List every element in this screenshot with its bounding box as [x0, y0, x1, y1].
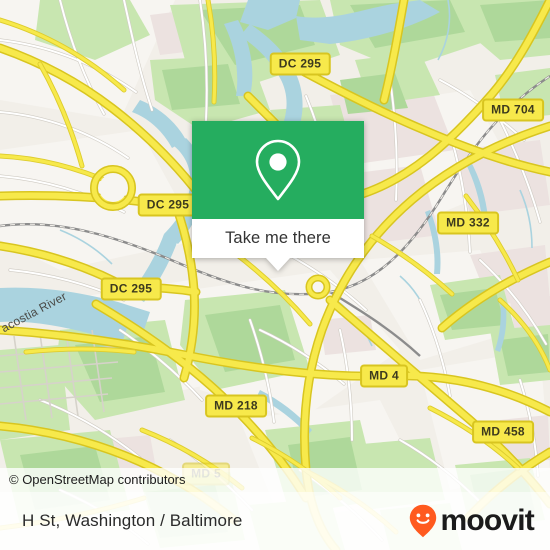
map-pin-icon — [254, 139, 302, 201]
road-shield-md704: MD 704 — [482, 98, 544, 122]
map-callout-popup[interactable]: Take me there — [192, 121, 364, 271]
callout-action-panel[interactable]: Take me there — [192, 219, 364, 258]
road-shield-dc295-mid: DC 295 — [137, 193, 199, 217]
road-shield-md332: MD 332 — [437, 211, 499, 235]
moovit-wordmark: moovit — [440, 504, 534, 537]
road-shield-md218: MD 218 — [205, 394, 267, 418]
moovit-brand[interactable]: moovit — [409, 504, 535, 538]
moovit-pin-logo-icon — [409, 504, 437, 538]
road-shield-dc295-south: DC 295 — [100, 277, 162, 301]
road-shield-md4: MD 4 — [360, 364, 408, 388]
osm-attribution[interactable]: © OpenStreetMap contributors — [0, 468, 550, 492]
road-shield-dc295-north: DC 295 — [269, 52, 331, 76]
take-me-there-label: Take me there — [225, 229, 331, 247]
place-title: H St, Washington / Baltimore — [22, 511, 243, 530]
bottom-info-bar: H St, Washington / Baltimore moovit — [0, 492, 550, 550]
map-screen: DC 295 MD 704 MD 332 DC 295 DC 295 MD 4 … — [0, 0, 550, 550]
callout-tail — [266, 258, 290, 271]
road-shield-md458: MD 458 — [472, 420, 534, 444]
callout-icon-panel — [192, 121, 364, 219]
